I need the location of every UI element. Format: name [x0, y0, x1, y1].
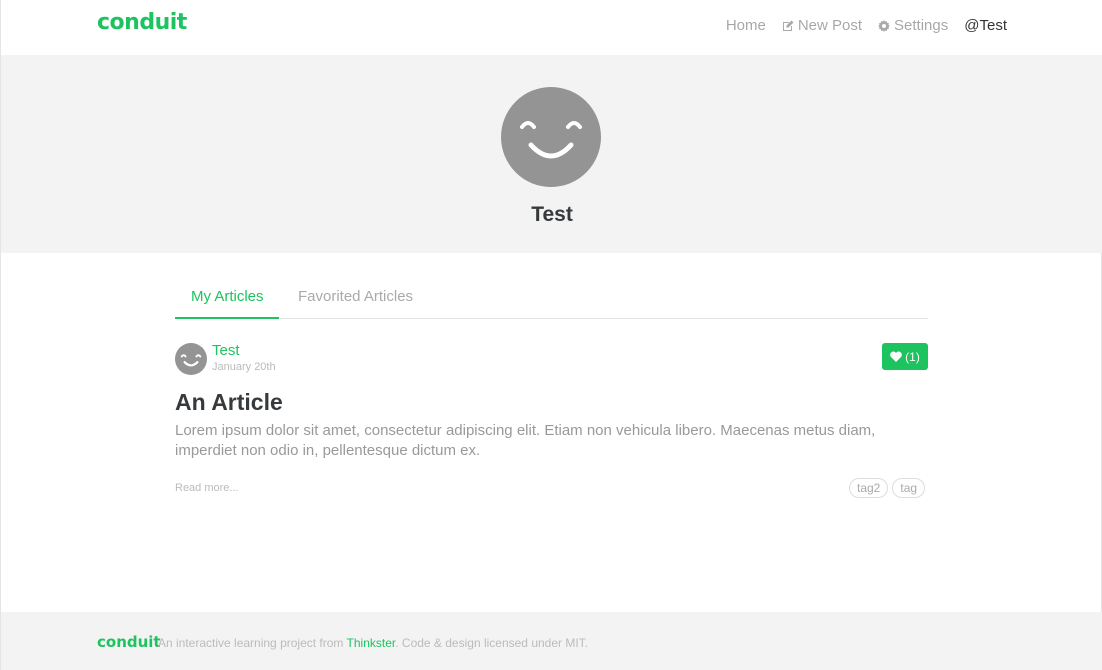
nav-home-label: Home — [725, 17, 766, 34]
read-more-link[interactable]: Read more... — [175, 482, 239, 494]
nav-new-post[interactable]: New Post — [782, 17, 862, 34]
footer-attribution: An interactive learning project from Thi… — [158, 636, 588, 650]
article-tabs: My Articles Favorited Articles — [175, 278, 928, 319]
edit-icon — [782, 20, 794, 31]
footer-text-before: An interactive learning project from — [158, 636, 347, 650]
footer-logo[interactable]: conduit — [97, 633, 161, 651]
smiley-face-icon — [180, 354, 202, 367]
article-author[interactable]: Test — [212, 342, 240, 359]
navbar: conduit Home New Post Settings @Test — [1, 0, 1102, 55]
smiley-face-icon — [520, 121, 582, 159]
nav-home[interactable]: Home — [726, 17, 766, 34]
footer: conduit An interactive learning project … — [1, 612, 1102, 670]
tag-pill: tag — [892, 478, 926, 498]
gear-icon — [878, 19, 891, 32]
nav-settings[interactable]: Settings — [878, 17, 948, 34]
thinkster-link[interactable]: Thinkster — [347, 636, 396, 650]
page-frame: conduit Home New Post Settings @Test Tes… — [0, 0, 1102, 670]
nav-settings-label: Settings — [894, 17, 949, 34]
favorite-button[interactable]: (1) — [882, 343, 928, 370]
tag-pill: tag2 — [849, 478, 889, 498]
favorite-count: (1) — [905, 349, 920, 364]
nav-links: Home New Post Settings @Test — [726, 17, 1007, 34]
footer-text-after: . Code & design licensed under MIT. — [395, 636, 589, 650]
author-avatar[interactable] — [175, 343, 207, 375]
tag-list: tag2 tag — [849, 478, 926, 498]
article-title[interactable]: An Article — [175, 389, 283, 416]
profile-username: Test — [531, 203, 573, 226]
nav-profile[interactable]: @Test — [964, 17, 1007, 34]
brand-logo[interactable]: conduit — [97, 10, 187, 35]
profile-avatar — [501, 87, 601, 187]
nav-new-post-label: New Post — [797, 17, 863, 34]
article-date: January 20th — [212, 361, 276, 373]
heart-icon — [890, 351, 903, 362]
active-tab-indicator — [175, 317, 279, 319]
profile-banner: Test — [1, 55, 1102, 253]
tab-my-articles[interactable]: My Articles — [191, 288, 264, 305]
tab-favorited-articles[interactable]: Favorited Articles — [298, 288, 413, 305]
nav-profile-label: @Test — [964, 17, 1007, 34]
article-description[interactable]: Lorem ipsum dolor sit amet, consectetur … — [175, 421, 935, 461]
